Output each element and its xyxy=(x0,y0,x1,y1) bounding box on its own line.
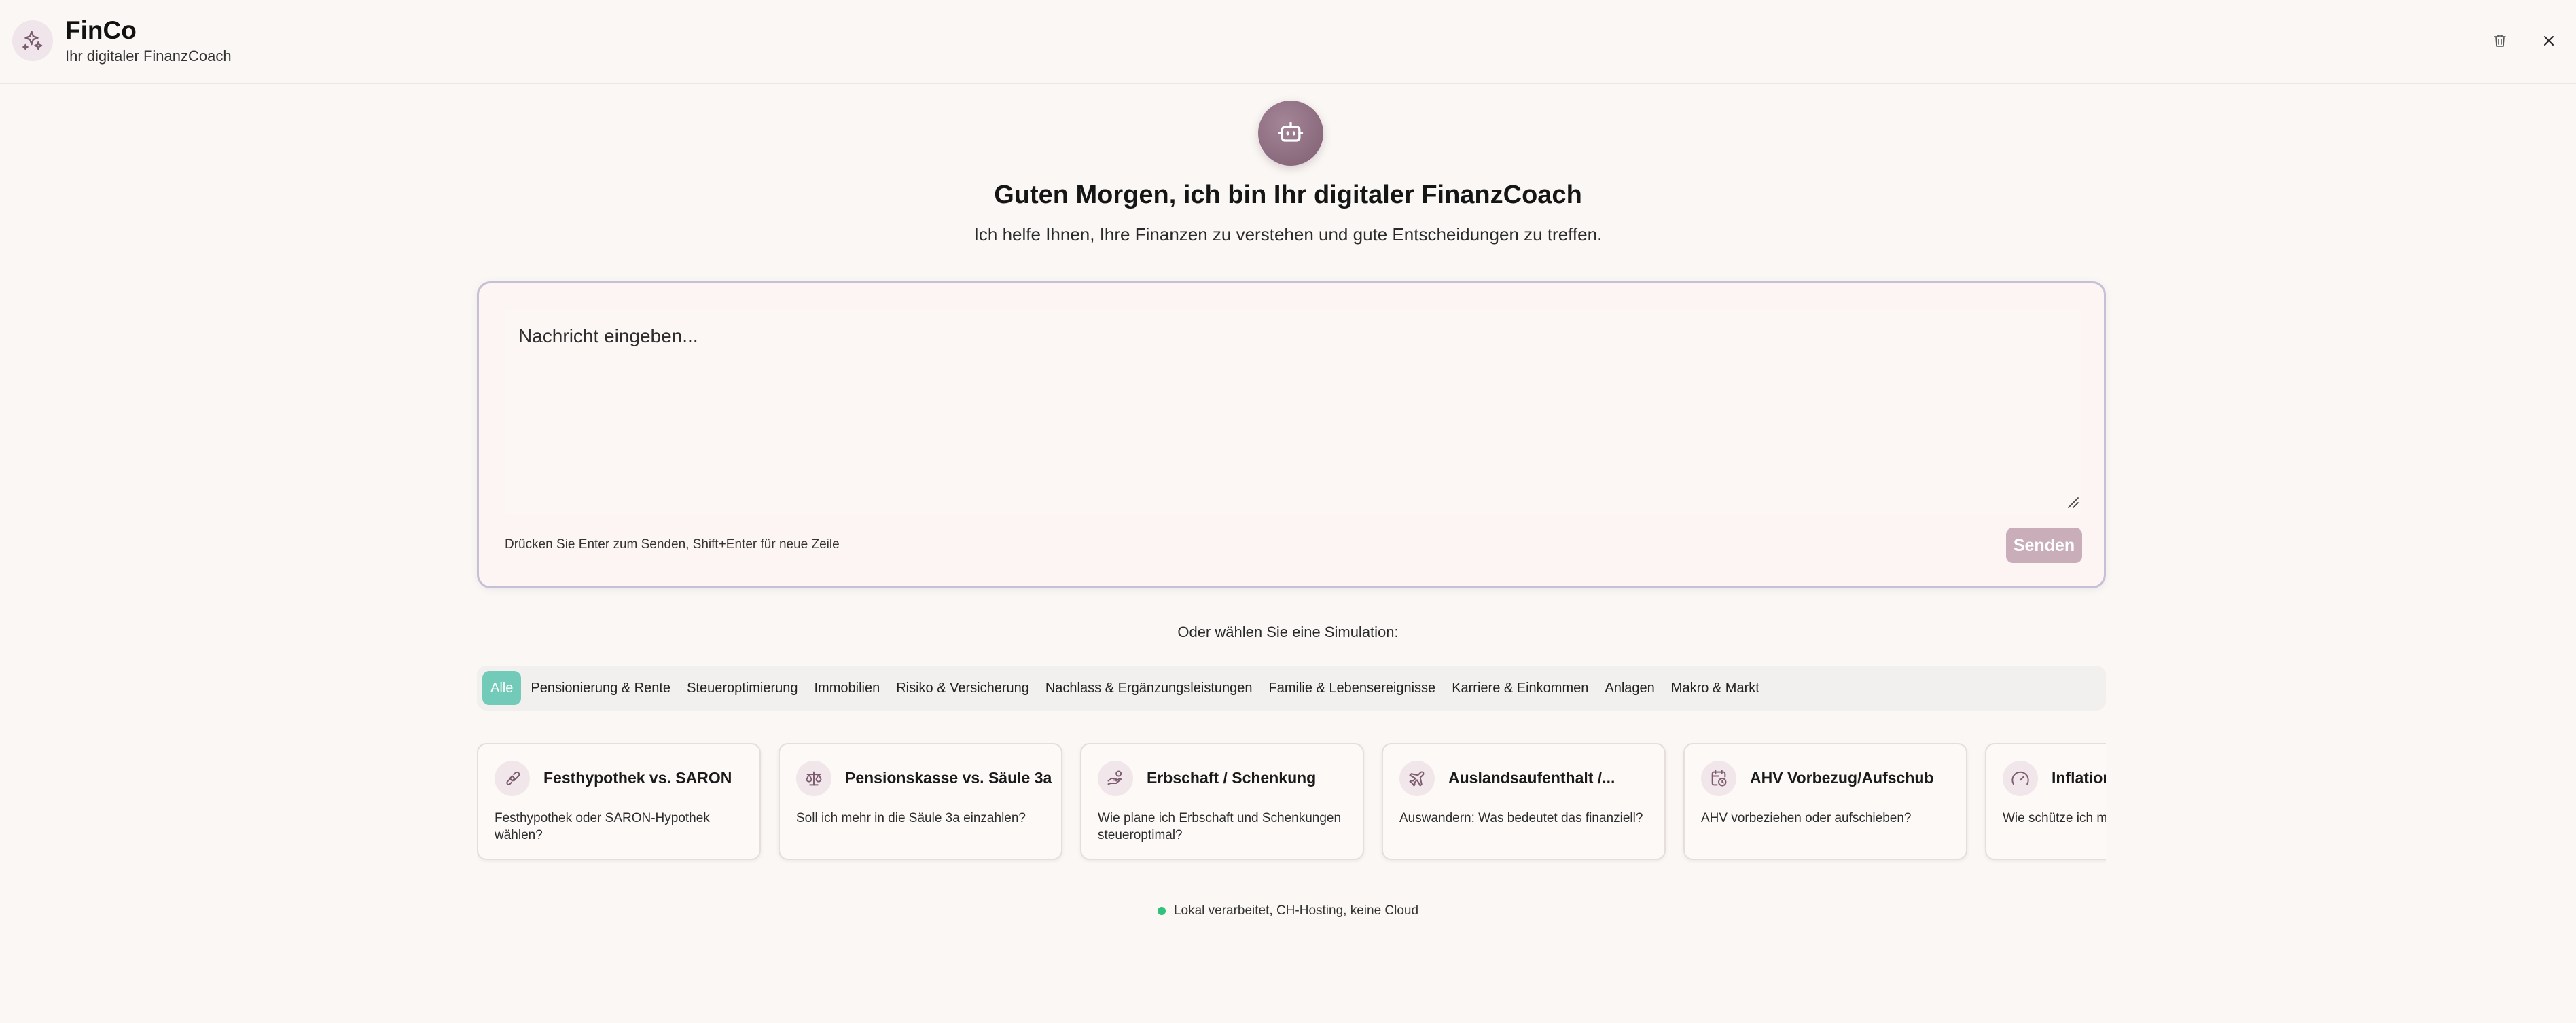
card-title: Festhypothek vs. SARON xyxy=(543,769,732,787)
status-dot xyxy=(1157,907,1166,915)
simulation-cards: Festhypothek vs. SARON Festhypothek oder… xyxy=(477,743,2106,863)
clear-chat-button[interactable] xyxy=(2486,27,2514,54)
card-description: Festhypothek oder SARON-Hypothek wählen? xyxy=(495,811,710,842)
category-chip-immobilien[interactable]: Immobilien xyxy=(806,671,889,705)
simulation-card-ausland[interactable]: Auslandsaufenthalt /... Auswandern: Was … xyxy=(1382,743,1666,860)
hand-coins-icon xyxy=(1107,770,1122,785)
category-chip-nachlass[interactable]: Nachlass & Ergänzungsleistungen xyxy=(1037,671,1261,705)
app-subtitle: Ihr digitaler FinanzCoach xyxy=(65,48,232,65)
greeting-title: Guten Morgen, ich bin Ihr digitaler Fina… xyxy=(994,181,1582,209)
greeting-subtitle: Ich helfe Ihnen, Ihre Finanzen zu verste… xyxy=(973,224,1603,245)
app-header: FinCo Ihr digitaler FinanzCoach xyxy=(0,0,2576,84)
card-description: Soll ich mehr in die Säule 3a einzahlen? xyxy=(796,811,1026,825)
card-title: AHV Vorbezug/Aufschub xyxy=(1750,769,1934,787)
simulation-card-ahv[interactable]: AHV Vorbezug/Aufschub AHV vorbeziehen od… xyxy=(1683,743,1967,860)
card-icon-badge xyxy=(796,761,831,796)
handshake-icon xyxy=(506,771,520,785)
category-filter-bar: Alle Pensionierung & Rente Steueroptimie… xyxy=(477,666,2106,711)
coach-avatar xyxy=(1258,101,1323,166)
message-composer: Drücken Sie Enter zum Senden, Shift+Ente… xyxy=(477,281,2106,588)
simulation-heading: Oder wählen Sie eine Simulation: xyxy=(1177,624,1399,641)
category-chip-steueroptimierung[interactable]: Steueroptimierung xyxy=(679,671,806,705)
composer-hint: Drücken Sie Enter zum Senden, Shift+Ente… xyxy=(505,537,840,552)
category-chip-anlagen[interactable]: Anlagen xyxy=(1596,671,1662,705)
category-chip-alle[interactable]: Alle xyxy=(482,671,522,705)
scale-icon xyxy=(806,771,822,786)
bot-icon xyxy=(1278,122,1304,142)
card-icon-badge xyxy=(1399,761,1435,796)
card-title: Auslandsaufenthalt /... xyxy=(1448,769,1615,787)
category-chip-makro[interactable]: Makro & Markt xyxy=(1663,671,1768,705)
category-chip-familie[interactable]: Familie & Lebensereignisse xyxy=(1261,671,1444,705)
card-title: Inflation xyxy=(2052,769,2106,787)
card-description: Auswandern: Was bedeutet das finanziell? xyxy=(1399,811,1643,825)
category-chip-karriere[interactable]: Karriere & Einkommen xyxy=(1444,671,1596,705)
sparkles-icon xyxy=(22,31,43,50)
logo-badge xyxy=(12,20,53,61)
close-icon xyxy=(2544,36,2554,46)
message-input[interactable] xyxy=(505,310,2081,514)
simulation-card-inflation[interactable]: Inflation Wie schütze ich m Inflation? xyxy=(1985,743,2106,860)
card-description: Wie plane ich Erbschaft und Schenkungen … xyxy=(1098,811,1342,842)
app-title: FinCo xyxy=(65,16,137,44)
card-icon-badge xyxy=(2003,761,2038,796)
close-button[interactable] xyxy=(2535,27,2562,54)
simulation-card-festhypothek[interactable]: Festhypothek vs. SARON Festhypothek oder… xyxy=(477,743,761,860)
calendar-clock-icon xyxy=(1711,770,1727,787)
card-icon-badge xyxy=(1701,761,1736,796)
card-title: Pensionskasse vs. Säule 3a xyxy=(845,769,1052,787)
category-chip-risiko[interactable]: Risiko & Versicherung xyxy=(888,671,1037,705)
card-icon-badge xyxy=(495,761,530,796)
card-icon-badge xyxy=(1098,761,1133,796)
resize-handle-icon[interactable] xyxy=(2064,494,2081,510)
card-title: Erbschaft / Schenkung xyxy=(1147,769,1317,787)
privacy-status: Lokal verarbeitet, CH-Hosting, keine Clo… xyxy=(0,903,2576,918)
category-chip-pensionierung[interactable]: Pensionierung & Rente xyxy=(522,671,679,705)
trash-icon xyxy=(2494,35,2506,47)
gauge-icon xyxy=(2011,771,2029,785)
card-description: Wie schütze ich m Inflation? xyxy=(2003,811,2106,825)
plane-icon xyxy=(1409,771,1425,787)
card-description: AHV vorbeziehen oder aufschieben? xyxy=(1701,811,1912,825)
privacy-status-text: Lokal verarbeitet, CH-Hosting, keine Clo… xyxy=(1173,903,1419,918)
simulation-card-erbschaft[interactable]: Erbschaft / Schenkung Wie plane ich Erbs… xyxy=(1080,743,1364,860)
simulation-card-pensionskasse[interactable]: Pensionskasse vs. Säule 3a Soll ich mehr… xyxy=(779,743,1062,860)
send-button[interactable]: Senden xyxy=(2006,528,2082,563)
